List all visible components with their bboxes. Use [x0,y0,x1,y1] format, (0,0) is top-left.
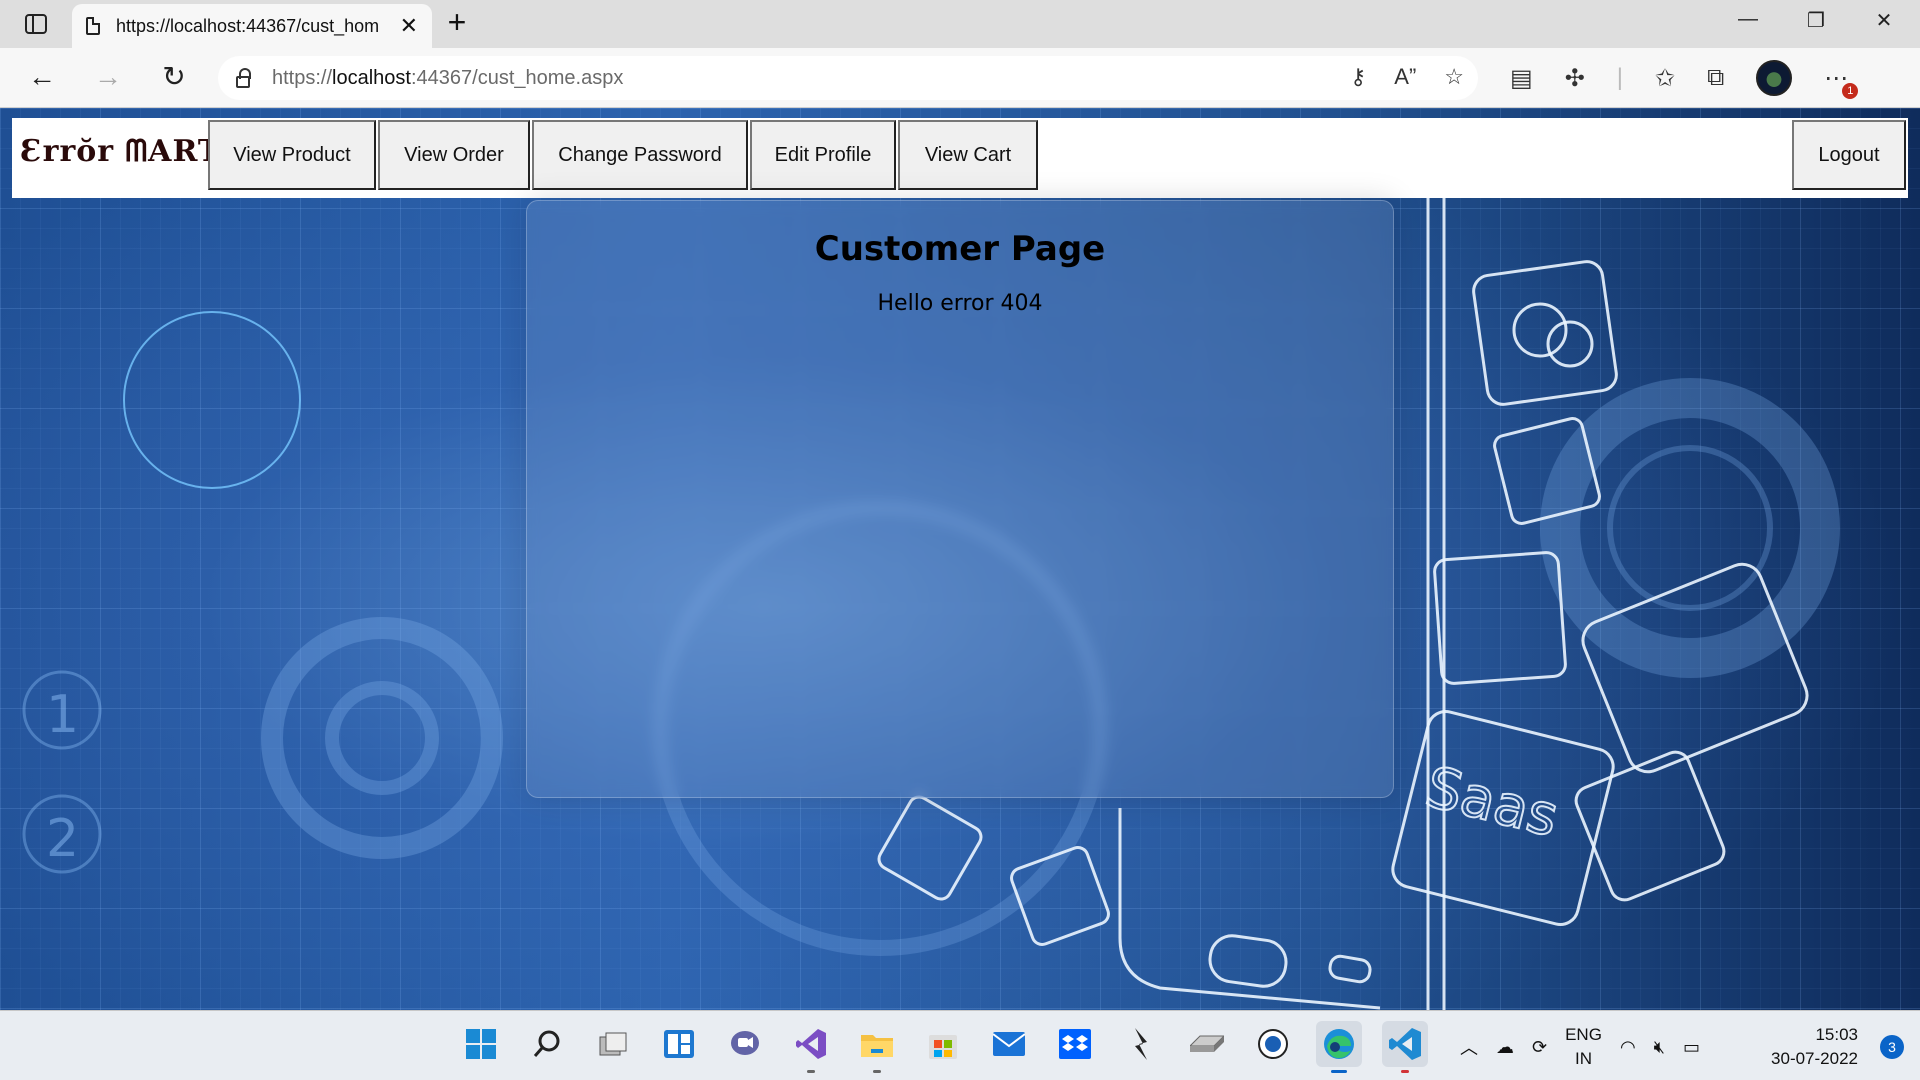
lock-icon[interactable] [236,68,251,88]
edge-icon[interactable] [1316,1021,1362,1073]
sync-icon[interactable]: ⟳ [1532,1037,1547,1058]
onedrive-icon[interactable]: ☁ [1496,1037,1514,1058]
drive-icon[interactable] [1184,1021,1230,1067]
tab-actions-icon[interactable] [14,10,58,38]
extensions-icon[interactable]: ✣ [1565,64,1585,93]
windows-taskbar: ︿ ☁ ⟳ ENG IN ◠ 🔇︎ ▭ 15:03 30-07-2022 3 [0,1010,1920,1080]
browser-toolbar: ← → ↻ https://localhost:44367/cust_home.… [0,48,1920,108]
clock[interactable]: 15:03 30-07-2022 [1771,1023,1858,1071]
page-content: Saas 1 2 Ɛrrŏr ᗰART View Product View Or… [0,108,1920,1010]
customer-panel: Customer Page Hello error 404 [526,200,1394,798]
add-favorite-icon[interactable]: ☆ [1444,64,1464,90]
minimize-button[interactable]: — [1718,8,1778,38]
settings-more-icon[interactable]: ⋯ 1 [1824,64,1859,99]
region-code: IN [1575,1049,1593,1068]
start-icon[interactable] [458,1021,504,1067]
logout-button[interactable]: Logout [1792,120,1906,190]
toolbar-divider: | [1616,64,1624,91]
page-title: Customer Page [814,229,1106,269]
collections-icon[interactable]: ⧉ [1707,64,1724,92]
wps-icon[interactable] [1250,1021,1296,1067]
greeting-text: Hello error 404 [877,291,1043,316]
view-product-button[interactable]: View Product [208,120,376,190]
search-icon[interactable] [524,1021,570,1067]
notification-badge: 1 [1842,82,1859,99]
read-aloud-icon[interactable]: A” [1394,64,1416,90]
terminal-app-icon[interactable] [1118,1021,1164,1067]
refresh-icon[interactable]: ↻ [154,60,194,96]
browser-tab-bar: https://localhost:44367/cust_home.aspx ✕… [0,0,1920,48]
widgets-icon[interactable] [656,1021,702,1067]
file-explorer-icon[interactable] [854,1021,900,1073]
bg-number-1: 1 [46,685,79,745]
site-logo[interactable]: Ɛrrŏr ᗰART [20,134,221,169]
tab-title: https://localhost:44367/cust_home.aspx [116,15,378,36]
edit-profile-button[interactable]: Edit Profile [750,120,896,190]
time-text: 15:03 [1815,1025,1858,1044]
forward-icon[interactable]: → [88,60,128,96]
notification-count-badge[interactable]: 3 [1880,1035,1904,1059]
wifi-icon[interactable]: ◠ [1620,1037,1636,1058]
date-text: 30-07-2022 [1771,1049,1858,1068]
back-icon[interactable]: ← [22,60,62,96]
visual-studio-icon[interactable] [788,1021,834,1073]
page-icon [86,17,100,35]
mail-icon[interactable] [986,1021,1032,1067]
collections-bar-icon[interactable]: ▤ [1510,64,1533,93]
url-text[interactable]: https://localhost:44367/cust_home.aspx [272,67,623,90]
address-bar[interactable]: https://localhost:44367/cust_home.aspx ⚷… [218,56,1478,100]
microsoft-store-icon[interactable] [920,1021,966,1067]
password-key-icon[interactable]: ⚷ [1350,64,1366,90]
bg-number-2: 2 [46,809,79,869]
browser-tab[interactable]: https://localhost:44367/cust_home.aspx ✕ [72,4,432,48]
show-hidden-icons-icon[interactable]: ︿ [1460,1034,1478,1060]
view-cart-button[interactable]: View Cart [898,120,1038,190]
new-tab-button[interactable]: + [440,6,474,40]
vscode-icon[interactable] [1382,1021,1428,1073]
favorites-icon[interactable]: ✩ [1655,64,1675,93]
close-window-button[interactable]: ✕ [1854,8,1914,38]
site-navbar: Ɛrrŏr ᗰART View Product View Order Chang… [12,118,1908,198]
svg-text:Saas: Saas [1419,755,1564,850]
tab-close-icon[interactable]: ✕ [400,13,418,39]
change-password-button[interactable]: Change Password [532,120,748,190]
language-code: ENG [1565,1025,1602,1044]
language-indicator[interactable]: ENG IN [1565,1023,1602,1071]
view-order-button[interactable]: View Order [378,120,530,190]
dropbox-icon[interactable] [1052,1021,1098,1067]
task-view-icon[interactable] [590,1021,636,1067]
restore-button[interactable]: ❐ [1786,8,1846,38]
teams-chat-icon[interactable] [722,1021,768,1067]
battery-icon[interactable]: ▭ [1683,1037,1700,1058]
profile-avatar[interactable] [1756,60,1793,96]
volume-muted-icon[interactable]: 🔇︎ [1654,1037,1665,1058]
